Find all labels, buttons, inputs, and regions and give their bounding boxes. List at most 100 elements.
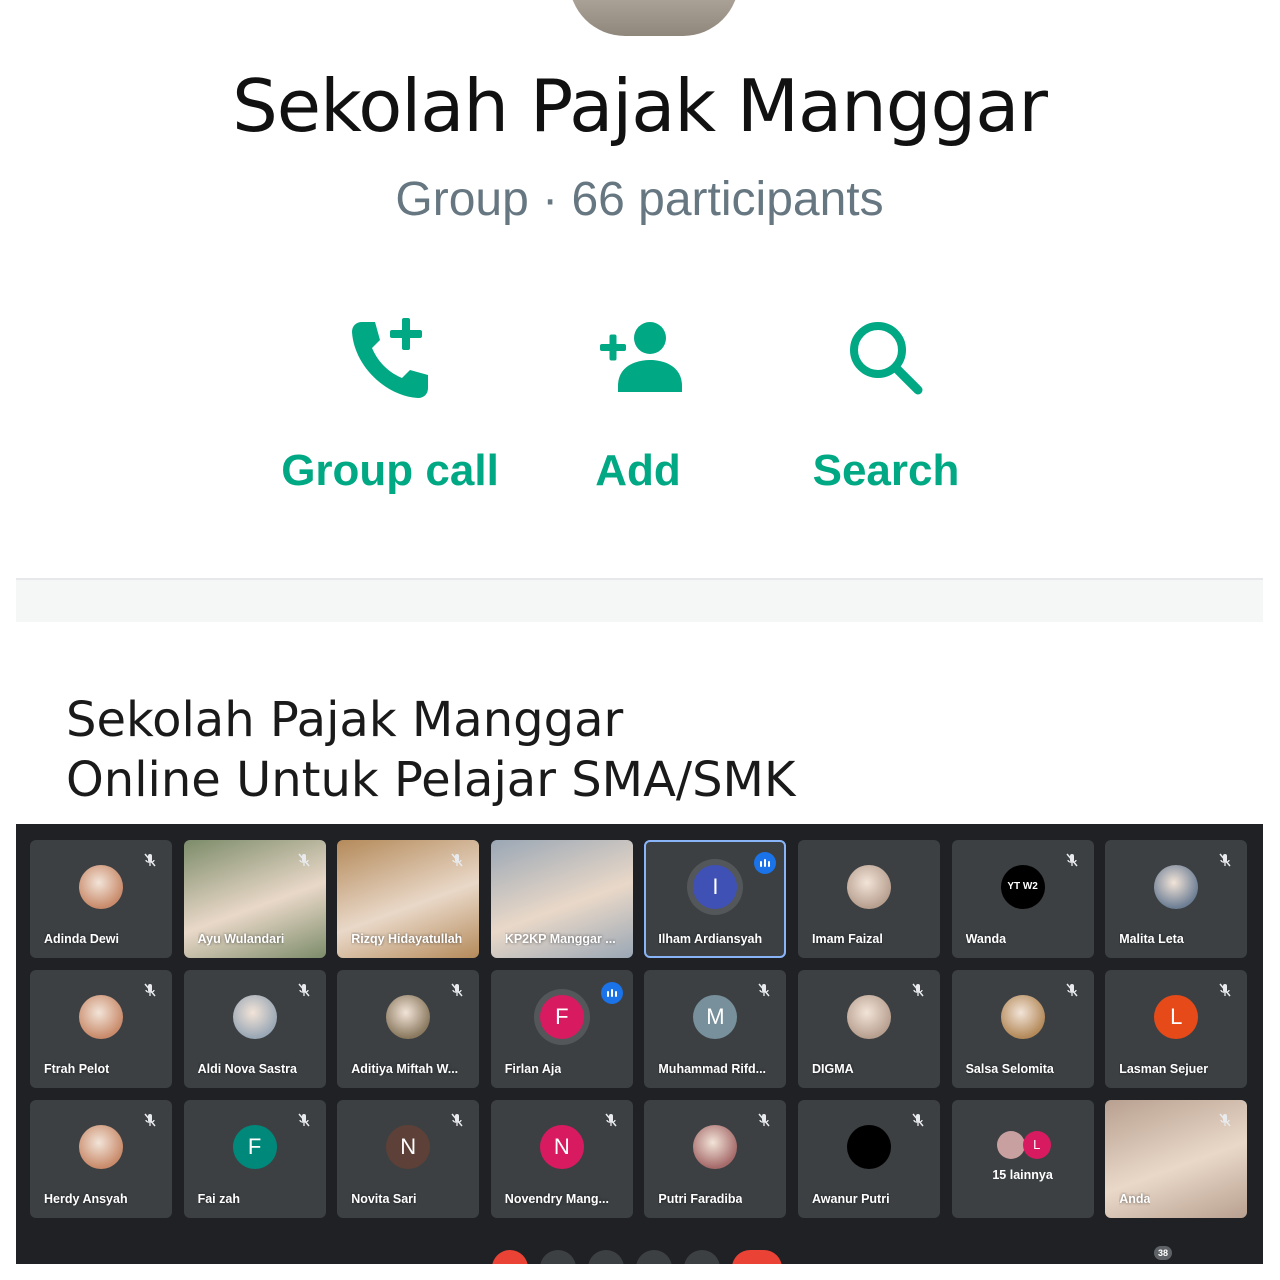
avatar <box>847 995 891 1040</box>
group-subtitle: Group · 66 participants <box>395 173 884 226</box>
mic-off-icon <box>1219 983 1231 997</box>
participant-tile[interactable]: Anda <box>1105 1100 1248 1218</box>
mic-off-icon <box>1219 1113 1231 1127</box>
mic-off-icon <box>912 983 924 997</box>
search-label: Search <box>812 446 960 495</box>
participant-name: Firlan Aja <box>504 1062 562 1076</box>
mic-off-icon <box>1066 983 1078 997</box>
add-participant-button[interactable]: Add <box>518 310 758 510</box>
participant-name: Lasman Sejuer <box>1119 1062 1209 1076</box>
avatar: I <box>693 865 738 910</box>
speaking-indicator-icon <box>600 982 623 1004</box>
caption-text: Sekolah Pajak Manggar Online Untuk Pelaj… <box>66 690 795 810</box>
avatar: L <box>1022 1130 1051 1159</box>
avatar <box>79 1125 123 1170</box>
avatar: L <box>1154 995 1199 1040</box>
participant-tile[interactable]: Adinda Dewi <box>30 840 172 958</box>
more-options-button[interactable] <box>684 1250 720 1264</box>
avatar <box>1000 995 1045 1040</box>
participant-name: Aditiya Miftah W... <box>351 1062 459 1076</box>
participant-tile[interactable]: I Ilham Ardiansyah <box>644 840 787 958</box>
participant-name: Ayu Wulandari <box>197 932 285 946</box>
participant-tile[interactable]: KP2KP Manggar ... <box>490 840 633 958</box>
group-call-button[interactable]: Group call <box>270 310 510 510</box>
participant-tile[interactable]: Imam Faizal <box>798 840 940 958</box>
participant-tile[interactable]: Malita Leta <box>1105 840 1248 958</box>
participant-name: Putri Faradiba <box>658 1192 743 1206</box>
meeting-grid: 38 Adinda Dewi Ayu Wulandari Rizqy Hidayat… <box>16 824 1263 1264</box>
avatar <box>847 865 891 910</box>
group-info-header: Sekolah Pajak Manggar Group · 66 partici… <box>16 0 1263 580</box>
caption-line-1: Sekolah Pajak Manggar <box>66 692 624 748</box>
participant-tile[interactable]: Aldi Nova Sastra <box>183 970 326 1088</box>
participant-tile[interactable]: YT W2 Wanda <box>951 840 1094 958</box>
participant-name: Ilham Ardiansyah <box>658 932 763 946</box>
search-button[interactable]: Search <box>766 310 1006 510</box>
participant-tile[interactable]: Herdy Ansyah <box>30 1100 172 1218</box>
group-actions: Group call Add Search <box>16 310 1263 510</box>
mic-off-icon <box>144 853 156 867</box>
participant-tile[interactable]: Rizqy Hidayatullah <box>337 840 480 958</box>
participant-tile[interactable]: L Lasman Sejuer <box>1105 970 1248 1088</box>
mic-off-icon <box>1066 853 1078 867</box>
participant-name: Salsa Selomita <box>965 1062 1054 1076</box>
participant-tile[interactable]: M Muhammad Rifd... <box>644 970 787 1088</box>
mic-off-icon <box>1219 853 1231 867</box>
camera-toggle-button[interactable] <box>540 1250 576 1264</box>
participant-name: Malita Leta <box>1119 932 1184 946</box>
hand-raise-button[interactable] <box>588 1250 624 1264</box>
mic-toggle-button[interactable] <box>492 1250 528 1264</box>
avatar: N <box>386 1125 431 1170</box>
participant-name: Adinda Dewi <box>44 932 120 946</box>
participant-tile[interactable]: N Novita Sari <box>337 1100 480 1218</box>
participant-tile[interactable]: F Firlan Aja <box>490 970 633 1088</box>
leave-call-button[interactable] <box>732 1250 782 1264</box>
avatar <box>997 1130 1026 1159</box>
avatar: M <box>693 995 738 1040</box>
group-name: Sekolah Pajak Manggar <box>232 64 1048 148</box>
participant-tile[interactable]: L 15 lainnya <box>951 1100 1094 1218</box>
mic-off-icon <box>298 853 310 867</box>
participant-tile[interactable]: Putri Faradiba <box>644 1100 787 1218</box>
mic-off-icon <box>144 1113 156 1127</box>
avatar <box>232 995 277 1040</box>
avatar: F <box>539 995 584 1040</box>
more-participants-label: 15 lainnya <box>992 1168 1053 1182</box>
participant-tile[interactable]: Ftrah Pelot <box>30 970 172 1088</box>
avatar: YT W2 <box>1000 865 1045 910</box>
participant-name: KP2KP Manggar ... <box>504 932 616 946</box>
meeting-controls: 38 <box>16 1240 1263 1264</box>
participant-tile[interactable]: Salsa Selomita <box>951 970 1094 1088</box>
participant-tile[interactable]: F Fai zah <box>183 1100 326 1218</box>
mic-off-icon <box>451 983 463 997</box>
section-divider <box>16 578 1263 622</box>
present-button[interactable] <box>636 1250 672 1264</box>
caption-line-2: Online Untuk Pelajar SMA/SMK <box>66 752 796 808</box>
mic-off-icon <box>758 1113 770 1127</box>
participant-name: Aldi Nova Sastra <box>197 1062 297 1076</box>
participant-name: Fai zah <box>197 1192 240 1206</box>
participant-name: Awanur Putri <box>812 1192 890 1206</box>
avatar <box>847 1125 891 1170</box>
mic-off-icon <box>758 983 770 997</box>
participant-count-badge: 38 <box>1154 1246 1172 1260</box>
mic-off-icon <box>912 1113 924 1127</box>
participant-tile[interactable]: DIGMA <box>798 970 940 1088</box>
participant-tile[interactable]: N Novendry Mang... <box>490 1100 633 1218</box>
avatar <box>386 995 431 1040</box>
speaking-indicator-icon <box>754 852 777 874</box>
mic-off-icon <box>298 983 310 997</box>
search-icon <box>850 322 923 395</box>
mic-off-icon <box>605 1113 617 1127</box>
mic-off-icon <box>298 1113 310 1127</box>
group-call-label: Group call <box>281 446 499 495</box>
participant-tile[interactable]: Aditiya Miftah W... <box>337 970 480 1088</box>
participant-tile[interactable]: Ayu Wulandari <box>183 840 326 958</box>
participant-name: Herdy Ansyah <box>44 1192 128 1206</box>
mic-off-icon <box>451 853 463 867</box>
participant-name: Muhammad Rifd... <box>658 1062 767 1076</box>
participant-tile[interactable]: Awanur Putri <box>798 1100 940 1218</box>
group-avatar[interactable] <box>569 0 739 36</box>
mic-off-icon <box>144 983 156 997</box>
mic-off-icon <box>451 1113 463 1127</box>
